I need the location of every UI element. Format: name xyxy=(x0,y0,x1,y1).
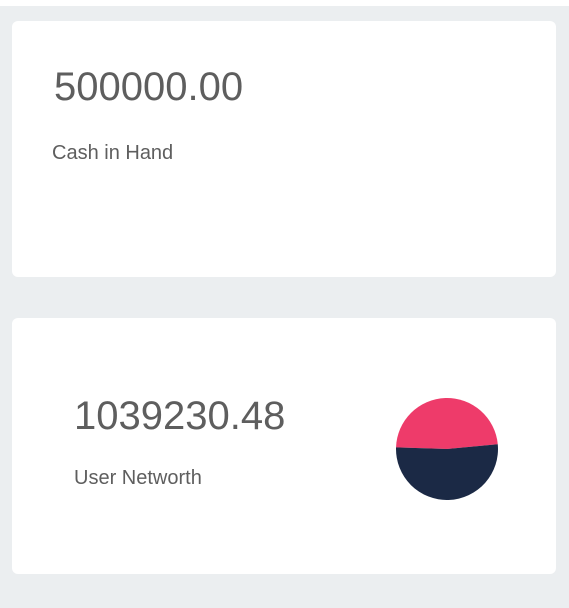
cash-in-hand-label: Cash in Hand xyxy=(52,142,174,164)
dashboard-panel: 500000.00 Cash in Hand 1039230.48 User N… xyxy=(0,6,569,608)
networth-pie-chart xyxy=(396,398,498,500)
user-networth-card: 1039230.48 User Networth xyxy=(12,318,556,574)
cash-in-hand-value: 500000.00 xyxy=(54,65,244,109)
cash-in-hand-card: 500000.00 Cash in Hand xyxy=(12,21,556,277)
user-networth-label: User Networth xyxy=(74,467,202,489)
pie-slice-1 xyxy=(396,444,498,500)
user-networth-value: 1039230.48 xyxy=(74,394,286,438)
pie-slice-0 xyxy=(396,398,498,449)
